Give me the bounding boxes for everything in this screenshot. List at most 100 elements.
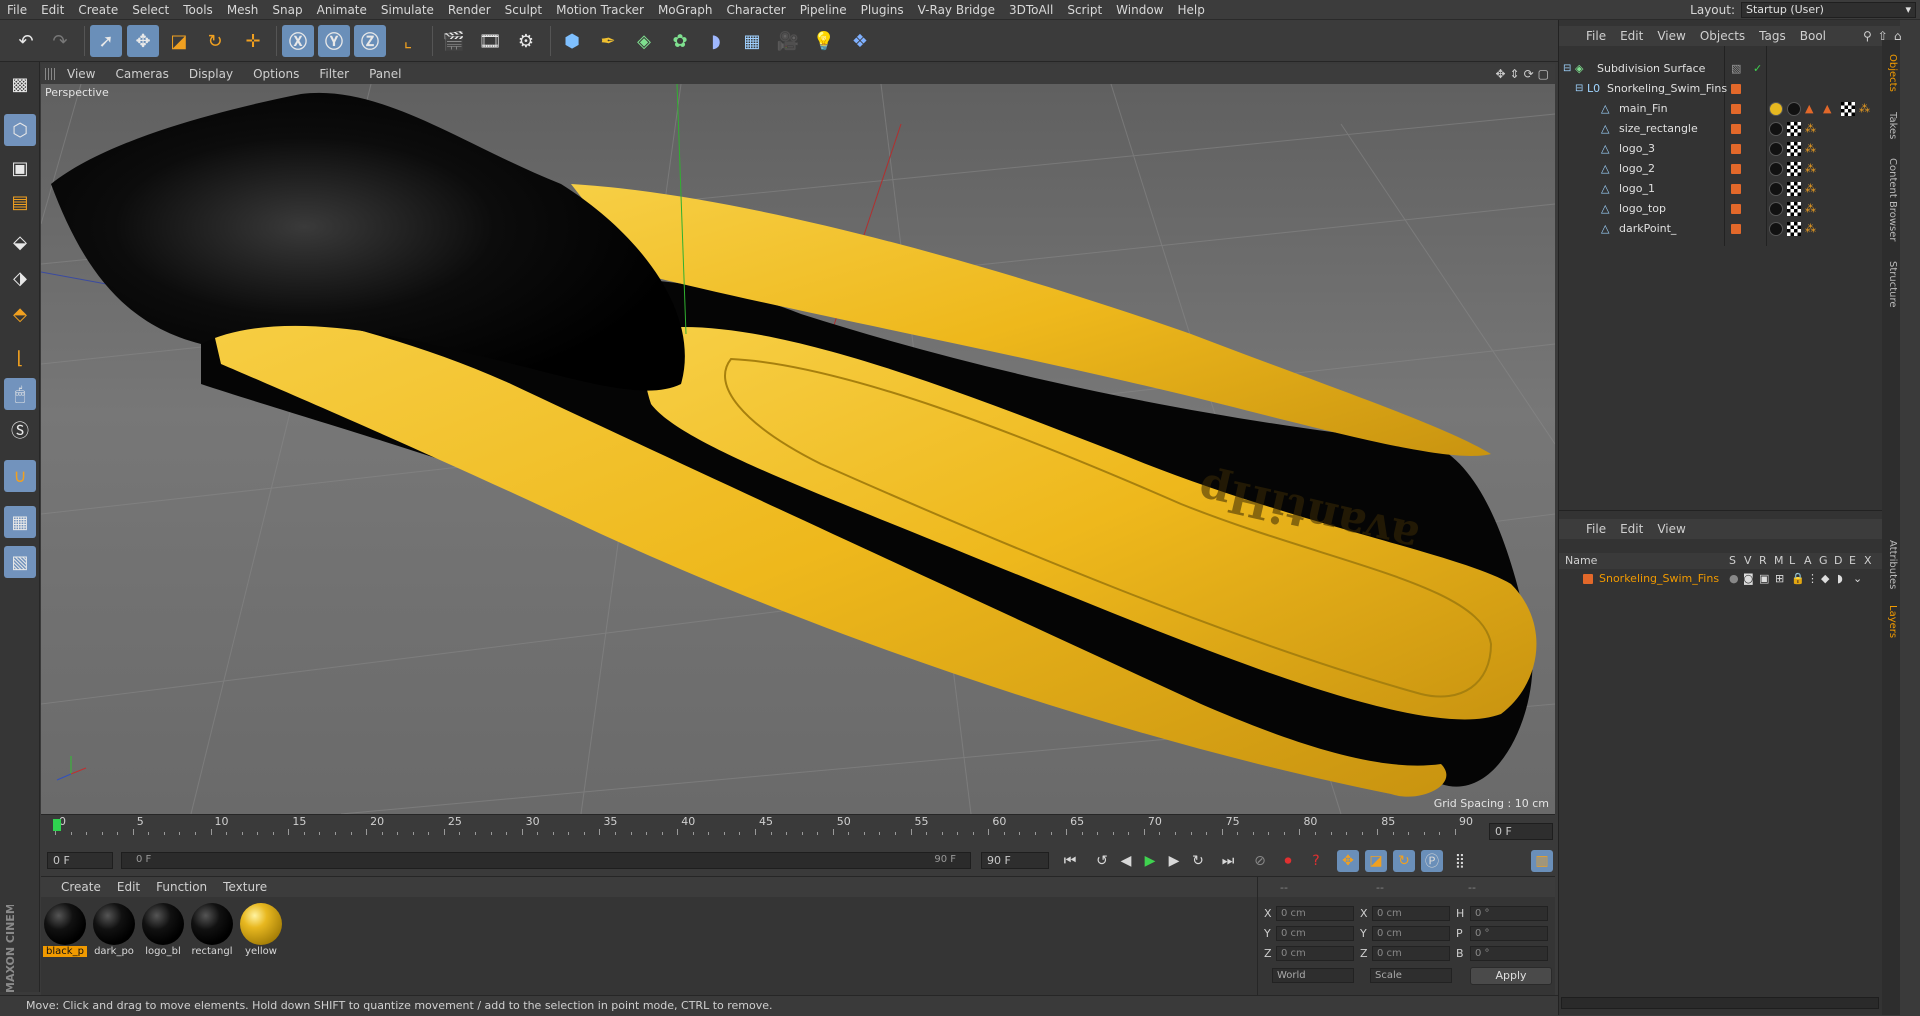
tab-structure[interactable]: Structure [1884, 254, 1898, 314]
tab-layers[interactable]: Layers [1884, 600, 1898, 644]
recent-tools-icon[interactable]: ✛ [237, 25, 269, 57]
layers-menu-edit[interactable]: Edit [1613, 522, 1650, 536]
menu-help[interactable]: Help [1170, 0, 1211, 20]
tab-takes[interactable]: Takes [1884, 106, 1898, 146]
layer-color-icon[interactable] [1731, 164, 1741, 174]
layer-color-icon[interactable] [1731, 104, 1741, 114]
layer-lock-icon[interactable]: 🔒 [1791, 569, 1805, 589]
objects-menu-file[interactable]: File [1579, 29, 1613, 43]
rotate-view-icon[interactable]: ⟳ [1524, 67, 1534, 81]
layer-render-icon[interactable]: ▣ [1759, 569, 1769, 589]
pan-view-icon[interactable]: ✥ [1495, 67, 1505, 81]
menu-script[interactable]: Script [1060, 0, 1109, 20]
render-picture-viewer-icon[interactable]: 🎞 [474, 25, 506, 57]
object-row-subdivision-surface[interactable]: ⊟ ◈ Subdivision Surface ▧ ✓ [1559, 59, 1901, 79]
phong-tag-icon[interactable]: ⁂ [1805, 199, 1816, 219]
menu-edit[interactable]: Edit [34, 0, 71, 20]
layer-header-deformers[interactable]: D [1834, 553, 1842, 569]
layer-header-solo[interactable]: S [1729, 553, 1736, 569]
objects-menu-view[interactable]: View [1650, 29, 1692, 43]
material-tag-icon[interactable] [1769, 102, 1783, 116]
position-y-field[interactable]: 0 cm [1276, 926, 1354, 941]
uvw-tag-icon[interactable] [1841, 102, 1855, 116]
selection-tag-icon[interactable]: ▲ [1805, 99, 1813, 119]
size-z-field[interactable]: 0 cm [1372, 946, 1450, 961]
menu-simulate[interactable]: Simulate [374, 0, 441, 20]
object-row-logo-3[interactable]: △ logo_3 ⁂ [1559, 139, 1901, 159]
record-scale-icon[interactable]: ◪ [1365, 850, 1387, 872]
model-mode-icon[interactable]: ⬡ [4, 114, 36, 146]
material-swatch[interactable]: yellow [239, 903, 283, 961]
menu-plugins[interactable]: Plugins [854, 0, 911, 20]
go-to-start-icon[interactable]: ⏮ [1059, 850, 1081, 872]
viewport-menu-cameras[interactable]: Cameras [105, 67, 178, 81]
viewport-menu-filter[interactable]: Filter [309, 67, 359, 81]
soft-selection-icon[interactable]: Ⓢ [4, 414, 36, 446]
selection-tag-icon[interactable]: ▲ [1823, 99, 1831, 119]
render-visibility-icon[interactable]: ▧ [1731, 59, 1741, 79]
cloner-icon[interactable]: ✿ [664, 25, 696, 57]
object-row-logo-2[interactable]: △ logo_2 ⁂ [1559, 159, 1901, 179]
layer-header-manager[interactable]: M [1774, 553, 1784, 569]
layer-solo-icon[interactable]: ● [1729, 569, 1739, 589]
autokey-icon[interactable]: ⏺ [1277, 850, 1299, 872]
record-rotation-icon[interactable]: ↻ [1393, 850, 1415, 872]
z-axis-lock-icon[interactable]: Ⓩ [354, 25, 386, 57]
axis-mode-icon[interactable]: ⌊ [4, 342, 36, 374]
phong-tag-icon[interactable]: ⁂ [1805, 139, 1816, 159]
y-axis-lock-icon[interactable]: Ⓨ [318, 25, 350, 57]
menu-file[interactable]: File [0, 0, 34, 20]
object-row-darkpoint[interactable]: △ darkPoint_ ⁂ [1559, 219, 1901, 239]
menu-mograph[interactable]: MoGraph [651, 0, 720, 20]
go-to-end-icon[interactable]: ⏭ [1217, 850, 1239, 872]
position-z-field[interactable]: 0 cm [1276, 946, 1354, 961]
rotate-tool-icon[interactable]: ↻ [199, 25, 231, 57]
search-icon[interactable]: ⚲ [1863, 29, 1872, 43]
camera-icon[interactable]: 🎥 [772, 25, 804, 57]
layer-header-expressions[interactable]: E [1849, 553, 1856, 569]
layer-generator-icon[interactable]: ◆ [1821, 569, 1829, 589]
layer-header-locked[interactable]: L [1789, 553, 1795, 569]
material-tag-icon[interactable] [1769, 142, 1783, 156]
layer-row[interactable]: Snorkeling_Swim_Fins ● ◙ ▣ ⊞ 🔒 ⋮ ◆ ◗ ⌄ [1559, 569, 1901, 589]
layer-color-icon[interactable] [1731, 204, 1741, 214]
coordinate-system-icon[interactable]: ⌞ [392, 25, 424, 57]
viewport-menu-panel[interactable]: Panel [359, 67, 411, 81]
uvw-tag-icon[interactable] [1787, 202, 1801, 216]
objects-menu-bool[interactable]: Bool [1793, 29, 1833, 43]
menu-render[interactable]: Render [441, 0, 498, 20]
tab-attributes[interactable]: Attributes [1884, 534, 1898, 596]
dolly-view-icon[interactable]: ⇕ [1510, 67, 1520, 81]
material-swatch[interactable]: logo_bl [141, 903, 185, 961]
menu-motion-tracker[interactable]: Motion Tracker [549, 0, 651, 20]
layer-header-generators[interactable]: G [1819, 553, 1828, 569]
live-selection-icon[interactable]: ➚ [90, 25, 122, 57]
layer-expression-icon[interactable]: ⌄ [1853, 569, 1862, 589]
render-settings-icon[interactable]: ⚙ [510, 25, 542, 57]
menu-sculpt[interactable]: Sculpt [498, 0, 549, 20]
cube-primitive-icon[interactable]: ⬢ [556, 25, 588, 57]
keyframe-selection-icon[interactable]: ? [1305, 850, 1327, 872]
points-mode-icon[interactable]: ⬙ [4, 226, 36, 258]
layer-color-icon[interactable] [1731, 184, 1741, 194]
tab-content-browser[interactable]: Content Browser [1884, 150, 1898, 250]
deformer-icon[interactable]: ◗ [700, 25, 732, 57]
tweak-mode-icon[interactable]: 🖱 [4, 378, 36, 410]
material-tag-icon[interactable] [1769, 202, 1783, 216]
current-frame-field[interactable]: 0 F [47, 852, 113, 869]
uvw-tag-icon[interactable] [1787, 122, 1801, 136]
phong-tag-icon[interactable]: ⁂ [1805, 219, 1816, 239]
menu-select[interactable]: Select [125, 0, 176, 20]
layer-color-icon[interactable] [1731, 144, 1741, 154]
rotation-h-field[interactable]: 0 ° [1470, 906, 1548, 921]
tab-objects[interactable]: Objects [1884, 44, 1898, 102]
python-icon[interactable]: ❖ [844, 25, 876, 57]
viewport-menu-view[interactable]: View [57, 67, 105, 81]
object-row-logo-top[interactable]: △ logo_top ⁂ [1559, 199, 1901, 219]
record-position-icon[interactable]: ✥ [1337, 850, 1359, 872]
workplane-icon[interactable]: ▤ [4, 186, 36, 218]
previous-frame-icon[interactable]: ◀ [1115, 850, 1137, 872]
layer-color-icon[interactable] [1731, 84, 1741, 94]
material-menu-create[interactable]: Create [53, 880, 109, 894]
uvw-tag-icon[interactable] [1787, 162, 1801, 176]
